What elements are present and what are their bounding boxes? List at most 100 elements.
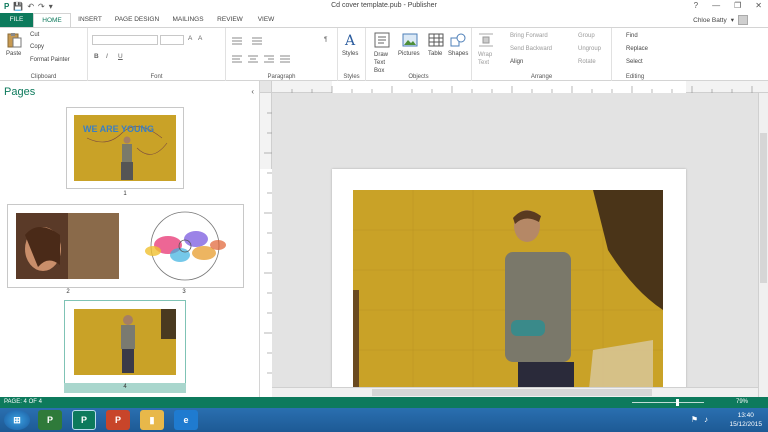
tab-page-design[interactable]: PAGE DESIGN — [110, 13, 164, 27]
styles-button[interactable]: Styles — [342, 51, 358, 57]
group-objects: Draw Text Box Pictures Table Shapes Obje… — [366, 28, 472, 81]
close-button[interactable]: ✕ — [755, 1, 762, 10]
text-box-icon[interactable] — [374, 32, 390, 48]
tray-volume-icon[interactable]: ♪ — [704, 415, 708, 424]
zoom-slider[interactable] — [628, 399, 708, 406]
tab-insert[interactable]: INSERT — [74, 13, 106, 27]
window-title: Cd cover template.pub - Publisher — [331, 2, 437, 9]
status-bar: PAGE: 4 OF 4 79% — [0, 397, 768, 408]
cover-photo[interactable] — [353, 190, 663, 387]
user-menu-caret-icon: ▾ — [730, 17, 734, 24]
system-tray: ⚑ ♪ — [691, 415, 708, 424]
bold-button[interactable]: B — [94, 53, 99, 60]
user-account[interactable]: Chloe Batty ▾ — [693, 15, 748, 25]
title-bar: P 💾 ↶ ↷ ▾ Cd cover template.pub - Publis… — [0, 0, 768, 13]
font-name-dropdown[interactable] — [92, 35, 158, 45]
horizontal-ruler[interactable] — [272, 81, 768, 93]
page-thumbnail-4[interactable] — [64, 300, 186, 384]
paragraph-controls-icon[interactable] — [230, 36, 320, 66]
pages-pane-title: Pages — [4, 86, 36, 98]
group-paragraph: ¶ Paragraph — [226, 28, 338, 81]
group-arrange: Wrap Text Bring Forward Send Backward Al… — [472, 28, 612, 81]
group-button[interactable]: Group — [578, 33, 595, 39]
tab-view[interactable]: VIEW — [252, 13, 280, 27]
ungroup-button[interactable]: Ungroup — [578, 46, 601, 52]
paste-button[interactable]: Paste — [6, 51, 21, 57]
page-spread-2-3[interactable] — [7, 204, 244, 288]
user-name: Chloe Batty — [693, 16, 727, 24]
group-clipboard: Paste Cut Copy Format Painter Clipboard — [0, 28, 88, 81]
pictures-button[interactable]: Pictures — [398, 51, 420, 57]
tray-flag-icon[interactable]: ⚑ — [691, 415, 698, 424]
page-indicator[interactable]: PAGE: 4 OF 4 — [4, 399, 42, 405]
group-label-clipboard: Clipboard — [30, 74, 57, 80]
window-controls: ? — ❐ ✕ — [694, 1, 762, 10]
paste-icon[interactable] — [6, 32, 22, 48]
shapes-icon[interactable] — [450, 32, 466, 48]
taskbar-folder-icon[interactable]: ▮ — [140, 410, 164, 430]
styles-icon[interactable]: A — [344, 31, 360, 47]
find-button[interactable]: Find — [626, 33, 638, 39]
bring-forward-button[interactable]: Bring Forward — [510, 33, 548, 39]
replace-button[interactable]: Replace — [626, 46, 648, 52]
group-styles: A Styles Styles — [338, 28, 366, 81]
send-backward-button[interactable]: Send Backward — [510, 46, 552, 52]
vertical-scrollbar[interactable] — [758, 93, 768, 397]
italic-button[interactable]: I — [106, 53, 108, 60]
rotate-button[interactable]: Rotate — [578, 59, 596, 65]
taskbar-publisher-active-icon[interactable]: P — [72, 410, 96, 430]
draw-text-box-button[interactable]: Draw Text Box — [374, 51, 394, 75]
tab-file[interactable]: FILE — [0, 13, 33, 27]
avatar — [738, 15, 748, 25]
format-painter-button[interactable]: Format Painter — [30, 57, 70, 63]
font-size-dropdown[interactable] — [160, 35, 184, 45]
ruler-corner — [260, 81, 272, 93]
tab-review[interactable]: REVIEW — [212, 13, 248, 27]
show-formatting-button[interactable]: ¶ — [324, 36, 328, 43]
taskbar-publisher-icon[interactable]: P — [38, 410, 62, 430]
cut-button[interactable]: Cut — [30, 32, 39, 38]
page-number-4: 4 — [123, 384, 127, 390]
group-label-styles: Styles — [343, 74, 360, 80]
taskbar: ⊞ P P P ▮ e ⚑ ♪ 13:40 15/12/2015 — [0, 408, 768, 432]
page-1-image: WE ARE YOUNG — [74, 115, 176, 181]
copy-button[interactable]: Copy — [30, 44, 44, 50]
page-4-image — [74, 309, 176, 375]
grow-font-button[interactable]: A — [188, 35, 192, 42]
workspace-canvas[interactable] — [272, 93, 758, 387]
shrink-font-button[interactable]: A — [198, 35, 202, 42]
wrap-text-button[interactable]: Wrap Text — [478, 51, 492, 67]
underline-button[interactable]: U — [118, 53, 123, 60]
pictures-icon[interactable] — [402, 32, 418, 48]
page-number-3: 3 — [182, 289, 186, 295]
table-icon[interactable] — [428, 32, 444, 48]
group-label-font: Font — [150, 74, 163, 80]
clock-time: 13:40 — [737, 412, 754, 419]
vertical-scroll-thumb[interactable] — [760, 133, 767, 283]
clock-date: 15/12/2015 — [729, 421, 762, 428]
minimize-button[interactable]: — — [712, 1, 720, 10]
help-button[interactable]: ? — [694, 1, 698, 10]
wrap-text-icon[interactable] — [478, 32, 494, 48]
pages-pane: Pages ‹ WE ARE YOUNG 1 2 3 4 — [0, 81, 260, 397]
horizontal-scrollbar[interactable] — [272, 387, 758, 397]
align-button[interactable]: Align — [510, 59, 523, 65]
start-button[interactable]: ⊞ — [4, 410, 30, 430]
group-label-paragraph: Paragraph — [267, 74, 296, 80]
page-sheet[interactable] — [332, 169, 686, 387]
ribbon: Paste Cut Copy Format Painter Clipboard … — [0, 27, 768, 81]
shapes-button[interactable]: Shapes — [448, 51, 468, 57]
page-thumbnail-1[interactable]: WE ARE YOUNG — [66, 107, 184, 189]
tab-home[interactable]: HOME — [33, 13, 71, 28]
select-button[interactable]: Select — [626, 59, 643, 65]
tab-mailings[interactable]: MAILINGS — [168, 13, 208, 27]
clock[interactable]: 13:40 15/12/2015 — [729, 411, 762, 429]
table-button[interactable]: Table — [428, 51, 442, 57]
vertical-ruler[interactable] — [260, 93, 272, 397]
taskbar-powerpoint-icon[interactable]: P — [106, 410, 130, 430]
horizontal-scroll-thumb[interactable] — [372, 389, 652, 396]
taskbar-ie-icon[interactable]: e — [174, 410, 198, 430]
collapse-pane-button[interactable]: ‹ — [251, 87, 254, 96]
restore-button[interactable]: ❐ — [734, 1, 741, 10]
zoom-level[interactable]: 79% — [736, 399, 748, 405]
